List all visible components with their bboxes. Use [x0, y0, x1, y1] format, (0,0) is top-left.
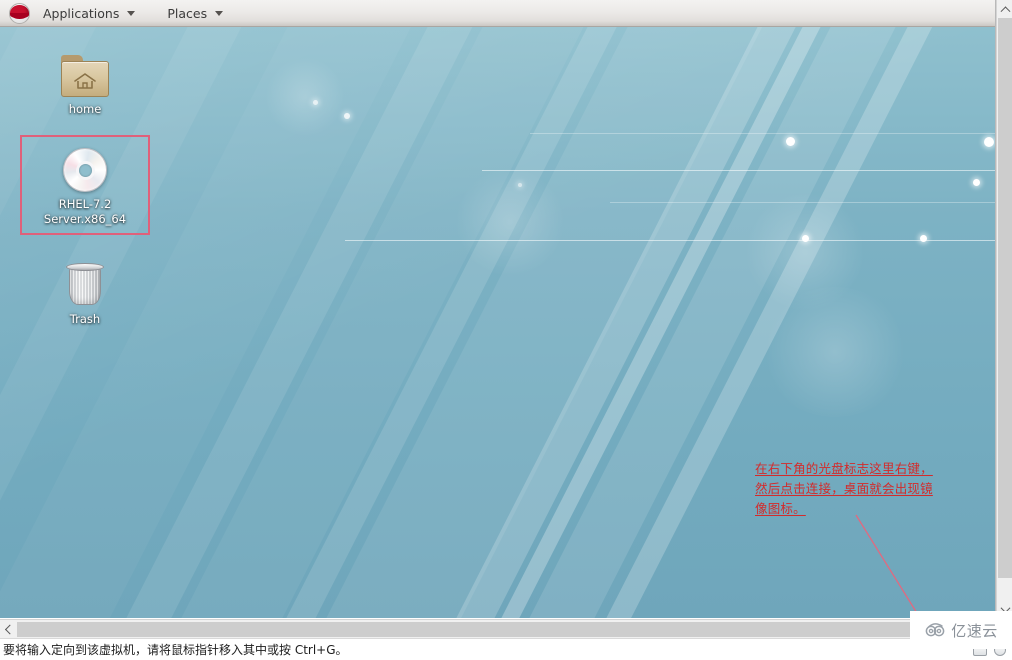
desktop-icon-rhel-iso[interactable]: RHEL-7.2 Server.x86_64	[30, 140, 140, 227]
wallpaper-glow	[265, 57, 345, 137]
vmware-console-window: Applications Places home RHEL-7.2 Server…	[0, 0, 1012, 660]
wallpaper-node	[344, 113, 350, 119]
wallpaper-node	[973, 179, 980, 186]
vertical-scrollbar-thumb[interactable]	[998, 18, 1012, 578]
wallpaper-streak	[215, 27, 867, 618]
menu-applications[interactable]: Applications	[34, 0, 144, 26]
desktop-icon-home[interactable]: home	[30, 45, 140, 117]
desktop-icon-trash[interactable]: Trash	[30, 255, 140, 327]
desktop-icon-trash-label: Trash	[69, 312, 101, 326]
wallpaper-streak	[70, 27, 696, 618]
wallpaper-line	[482, 170, 995, 171]
watermark-text: 亿速云	[951, 621, 998, 640]
wallpaper-glow	[760, 287, 910, 417]
status-bar: 要将输入定向到该虚拟机，请将鼠标指针移入其中或按 Ctrl+G。	[0, 638, 1012, 660]
scroll-up-button[interactable]	[997, 0, 1012, 17]
wallpaper-line	[345, 240, 995, 241]
menu-places[interactable]: Places	[158, 0, 232, 26]
home-folder-icon	[30, 45, 140, 97]
vm-viewport[interactable]: Applications Places home RHEL-7.2 Server…	[0, 0, 996, 618]
desktop-icon-rhel-iso-label: RHEL-7.2 Server.x86_64	[43, 197, 127, 226]
wallpaper-glow	[455, 167, 565, 277]
wallpaper-line	[530, 133, 995, 134]
menu-places-label: Places	[167, 5, 208, 21]
wallpaper-streak	[390, 27, 950, 618]
cloud-logo-icon	[925, 623, 945, 637]
annotation-note-text: 在右下角的光盘标志这里右键，然后点击连接，桌面就会出现镜像图标。	[755, 461, 933, 516]
wallpaper-node	[313, 100, 318, 105]
horizontal-scrollbar[interactable]	[0, 619, 996, 638]
wallpaper-streak	[345, 27, 921, 618]
house-glyph	[74, 73, 96, 89]
desktop-icon-home-label: home	[68, 102, 102, 116]
watermark: 亿速云	[910, 611, 1012, 649]
wallpaper-line	[610, 202, 995, 203]
desktop-wallpaper[interactable]: home RHEL-7.2 Server.x86_64 Trash 在右下角的光…	[0, 27, 995, 618]
vertical-scrollbar[interactable]	[996, 0, 1012, 618]
redhat-shadowman-icon	[9, 2, 30, 24]
wallpaper-node	[984, 137, 994, 147]
wallpaper-streak	[418, 27, 995, 618]
wallpaper-streak	[175, 27, 744, 618]
chevron-down-icon	[215, 10, 224, 16]
redhat-menu-button[interactable]	[4, 0, 34, 26]
wallpaper-node	[920, 235, 927, 242]
wallpaper-node	[786, 137, 795, 146]
menu-applications-label: Applications	[43, 5, 120, 21]
gnome-top-panel: Applications Places	[0, 0, 995, 27]
trash-can-icon	[30, 255, 140, 307]
chevron-up-icon	[1000, 6, 1010, 17]
wallpaper-glow	[745, 192, 865, 312]
wallpaper-node	[518, 183, 522, 187]
horizontal-scrollbar-thumb[interactable]	[17, 622, 945, 637]
wallpaper-node	[802, 235, 809, 242]
cd-disc-icon	[30, 140, 140, 192]
wallpaper-streak	[495, 27, 995, 618]
annotation-pointer-line	[855, 514, 921, 618]
chevron-down-icon	[127, 10, 136, 16]
chevron-left-icon	[4, 624, 15, 635]
status-message: 要将输入定向到该虚拟机，请将鼠标指针移入其中或按 Ctrl+G。	[3, 643, 348, 657]
scroll-left-button[interactable]	[0, 621, 16, 638]
